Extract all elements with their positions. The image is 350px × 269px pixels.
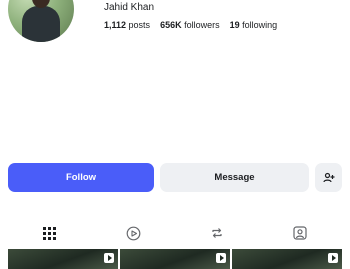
reel-play-icon [328,253,338,263]
tab-reels[interactable] [113,222,153,244]
profile-actions: Follow Message [8,163,342,192]
reel-play-icon [104,253,114,263]
posts-count: 1,112 [104,20,127,30]
following-stat[interactable]: 19 following [230,20,278,30]
following-count: 19 [229,20,240,30]
tab-reposts[interactable] [197,222,237,244]
posts-grid [8,249,342,269]
content-tabs [8,222,342,244]
profile-stats: 1,112 posts 656K followers 19 following [104,20,277,30]
post-thumbnail[interactable] [232,249,342,269]
follow-button[interactable]: Follow [8,163,154,192]
profile-name: Jahid Khan [104,2,155,13]
add-friend-button[interactable] [315,163,342,192]
tagged-icon [293,226,307,240]
followers-label: followers [184,20,220,30]
post-thumbnail[interactable] [120,249,230,269]
tab-tagged[interactable] [280,222,320,244]
reel-play-icon [216,253,226,263]
avatar-person-body [22,6,60,42]
followers-stat[interactable]: 656K followers [160,20,220,30]
profile-avatar[interactable] [8,0,74,42]
followers-count: 656K [160,20,182,30]
person-plus-icon [322,172,334,182]
following-label: following [242,20,278,30]
repost-icon [212,228,222,238]
posts-stat[interactable]: 1,112 posts [104,20,150,30]
tab-posts-grid[interactable] [30,222,70,244]
posts-label: posts [128,20,151,30]
reels-icon [126,226,141,240]
grid-icon [43,226,57,240]
message-button[interactable]: Message [160,163,309,192]
post-thumbnail[interactable] [8,249,118,269]
